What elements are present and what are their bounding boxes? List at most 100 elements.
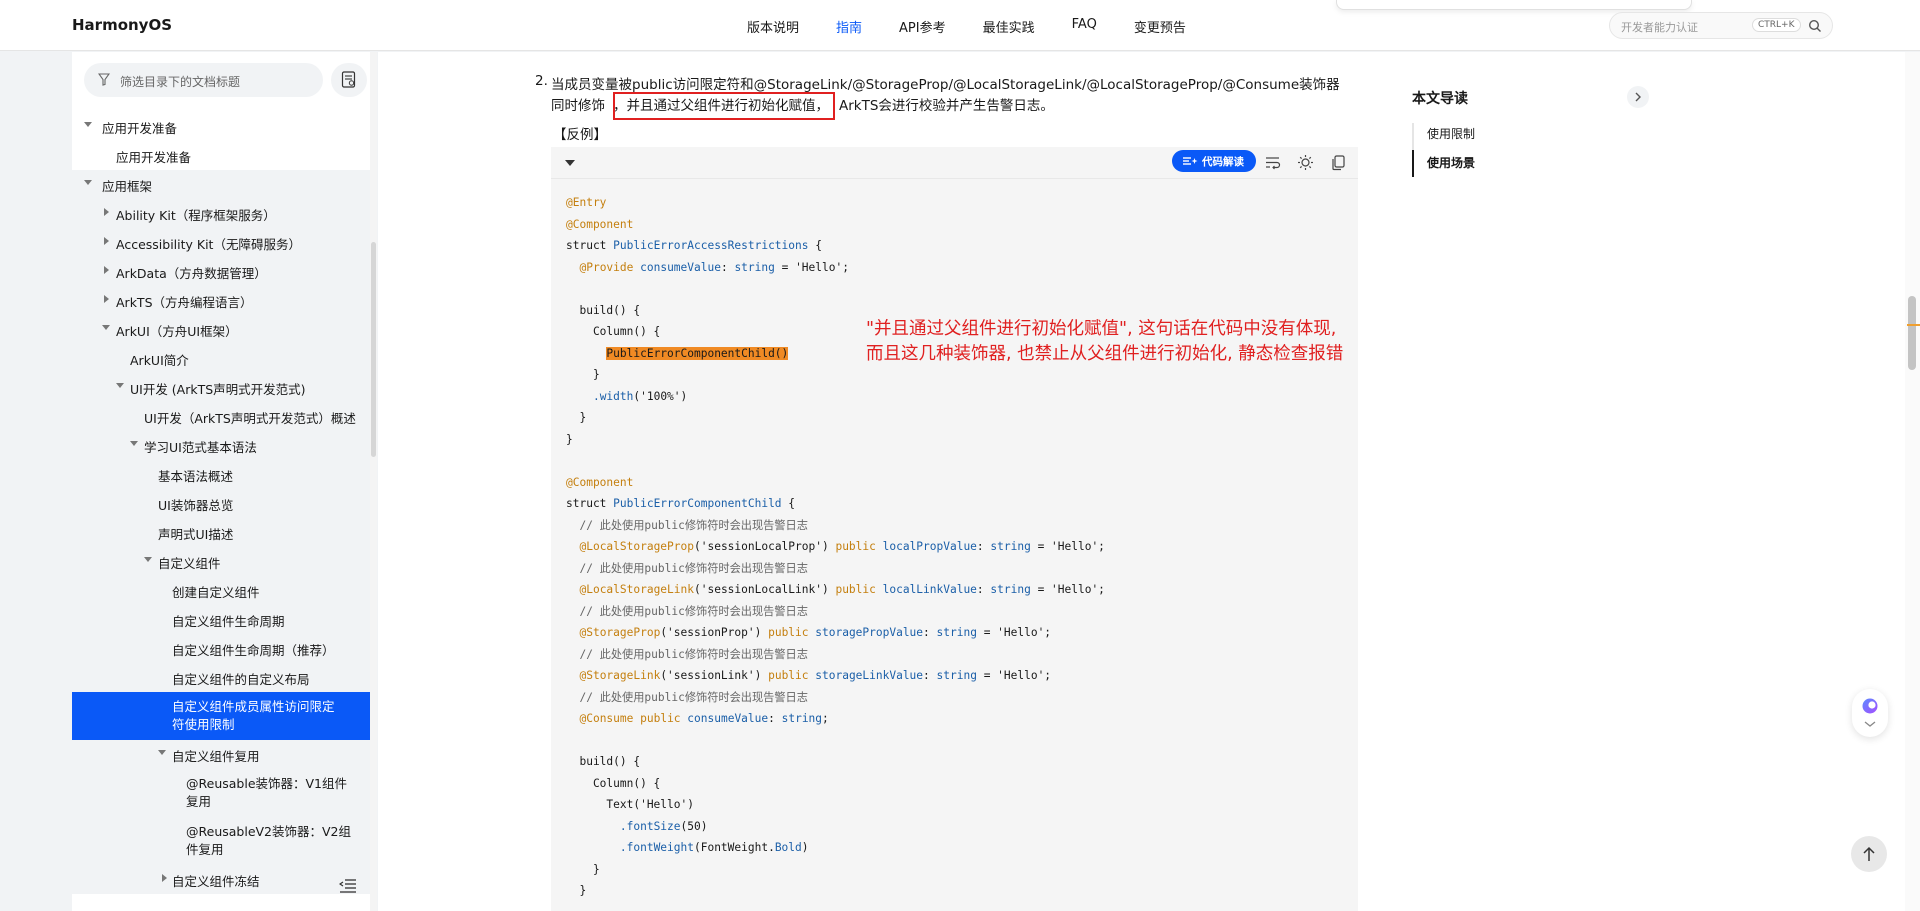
dropdown-popup-edge xyxy=(1336,0,1692,10)
sidebar-item-ability-kit[interactable]: Ability Kit（程序框架服务） xyxy=(72,199,370,228)
nav-faq[interactable]: FAQ xyxy=(1072,17,1097,36)
code-line: // 此处使用public修饰符时会出现告警日志 xyxy=(566,561,808,575)
scroll-position-marker xyxy=(1907,324,1920,326)
filter-icon xyxy=(98,73,110,86)
code-line: build() { xyxy=(566,755,641,768)
sidebar-item-custom-layout[interactable]: 自定义组件的自定义布局 xyxy=(72,663,370,692)
sidebar-item-access-modifier-restrictions[interactable]: 自定义组件成员属性访问限定符使用限制 xyxy=(72,692,370,740)
toc-toggle-button[interactable] xyxy=(1627,86,1649,108)
code-line: // 此处使用public修饰符时会出现告警日志 xyxy=(566,690,808,704)
copy-icon[interactable] xyxy=(1330,154,1347,171)
toc-item-usage-scenarios[interactable]: 使用场景 xyxy=(1427,154,1475,171)
nav-change-notice[interactable]: 变更预告 xyxy=(1134,17,1186,36)
sidebar-item-arkts[interactable]: ArkTS（方舟编程语言） xyxy=(72,286,370,315)
sidebar-item-label: ArkUI（方舟UI框架） xyxy=(116,324,238,339)
search-input[interactable]: 开发者能力认证 CTRL+K xyxy=(1609,12,1833,39)
chevron-down-icon xyxy=(130,441,138,446)
nav-best-practices[interactable]: 最佳实践 xyxy=(983,17,1035,36)
sidebar-scrollbar-track[interactable] xyxy=(370,52,377,911)
chevron-down-icon xyxy=(1864,721,1876,727)
sidebar-item-label: 自定义组件冻结 xyxy=(172,874,260,889)
code-line: .width('100%') xyxy=(592,389,688,403)
sidebar-item-label: @ReusableV2装饰器：V2组件复用 xyxy=(186,824,352,857)
annotation-line-1: "并且通过父组件进行初始化赋值", 这句话在代码中没有体现, xyxy=(866,319,1337,339)
wrap-lines-icon[interactable] xyxy=(1264,154,1281,171)
page-scrollbar-thumb[interactable] xyxy=(1908,296,1916,370)
sidebar-item-component-freeze[interactable]: 自定义组件冻结 xyxy=(72,865,370,894)
chevron-right-icon xyxy=(104,266,109,274)
sidebar-item-reusable-v2[interactable]: @ReusableV2装饰器：V2组件复用 xyxy=(72,817,370,865)
code-line: struct PublicErrorAccessRestrictions { xyxy=(566,239,822,252)
code-line: // 此处使用public修饰符时会出现告警日志 xyxy=(566,647,808,661)
sidebar-item-declarative-ui[interactable]: 声明式UI描述 xyxy=(72,518,370,547)
chevron-right-icon xyxy=(1635,92,1641,102)
chevron-down-icon xyxy=(158,750,166,755)
sidebar-item-component-lifecycle[interactable]: 自定义组件生命周期 xyxy=(72,605,370,634)
sidebar-item-label: 应用框架 xyxy=(102,179,153,194)
collapse-code-icon[interactable] xyxy=(565,160,575,166)
sidebar-item-label: 声明式UI描述 xyxy=(158,527,234,542)
back-to-top-button[interactable] xyxy=(1851,836,1887,872)
highlighted-code: PublicErrorComponentChild() xyxy=(606,346,789,360)
sidebar-item-label: 自定义组件 xyxy=(158,556,221,571)
code-line: } xyxy=(566,884,587,897)
chevron-down-icon xyxy=(102,325,110,330)
sidebar-item-create-custom-component[interactable]: 创建自定义组件 xyxy=(72,576,370,605)
sidebar-item-custom-components[interactable]: 自定义组件 xyxy=(72,547,370,576)
code-line: .fontWeight(FontWeight.Bold) xyxy=(619,841,809,854)
nav-guide[interactable]: 指南 xyxy=(836,17,862,36)
nav-release-notes[interactable]: 版本说明 xyxy=(747,17,799,36)
sidebar-item-syntax-overview[interactable]: 基本语法概述 xyxy=(72,460,370,489)
sidebar-scrollbar-thumb[interactable] xyxy=(371,242,376,457)
sidebar-item-label: Accessibility Kit（无障碍服务） xyxy=(116,237,301,252)
chevron-down-icon xyxy=(84,180,92,185)
sidebar-item-accessibility-kit[interactable]: Accessibility Kit（无障碍服务） xyxy=(72,228,370,257)
sidebar-item-app-framework[interactable]: 应用框架 xyxy=(72,170,370,199)
list-number: 2. xyxy=(535,73,548,89)
sidebar-item-basic-syntax[interactable]: 学习UI范式基本语法 xyxy=(72,431,370,460)
toc-item-usage-restrictions[interactable]: 使用限制 xyxy=(1427,125,1475,142)
page-scrollbar-track[interactable] xyxy=(1905,52,1920,911)
document-toggle-button[interactable] xyxy=(331,63,367,97)
sidebar-item-label: UI开发（ArkTS声明式开发范式）概述 xyxy=(144,411,356,426)
code-line: @Component xyxy=(566,217,634,231)
sidebar-item-component-lifecycle-recommended[interactable]: 自定义组件生命周期（推荐） xyxy=(72,634,370,663)
sidebar-item-ui-dev-overview[interactable]: UI开发（ArkTS声明式开发范式）概述 xyxy=(72,402,370,431)
sidebar-item-label: Ability Kit（程序框架服务） xyxy=(116,208,276,223)
code-line: @Provide consumeValue: string = 'Hello'; xyxy=(579,260,849,274)
collapse-sidebar-icon[interactable] xyxy=(339,878,357,894)
sidebar-item-decorators-overview[interactable]: UI装饰器总览 xyxy=(72,489,370,518)
code-line: } xyxy=(566,862,600,876)
arrow-up-icon xyxy=(1863,846,1875,861)
sidebar-item-app-dev-prep-group[interactable]: 应用开发准备 xyxy=(72,112,370,141)
sidebar-item-arkdata[interactable]: ArkData（方舟数据管理） xyxy=(72,257,370,286)
theme-sun-icon[interactable] xyxy=(1297,154,1314,171)
code-line: } xyxy=(566,368,600,381)
search-placeholder: 开发者能力认证 xyxy=(1621,21,1698,34)
sidebar-item-component-reuse[interactable]: 自定义组件复用 xyxy=(72,740,370,769)
ai-assistant-button[interactable] xyxy=(1852,689,1888,737)
search-icon[interactable] xyxy=(1808,19,1822,33)
sidebar-item-label: 基本语法概述 xyxy=(158,469,234,484)
code-line: @LocalStorageProp('sessionLocalProp') pu… xyxy=(579,540,1105,553)
sidebar-item-ui-dev[interactable]: UI开发 (ArkTS声明式开发范式) xyxy=(72,373,370,402)
sidebar-item-reusable-v1[interactable]: @Reusable装饰器：V1组件复用 xyxy=(72,769,370,817)
sidebar-item-label: 自定义组件复用 xyxy=(172,749,260,764)
document-list-icon xyxy=(341,71,356,88)
sidebar-filter-input[interactable]: 筛选目录下的文档标题 xyxy=(84,63,323,97)
sidebar-item-arkui[interactable]: ArkUI（方舟UI框架） xyxy=(72,315,370,344)
code-line: @Component xyxy=(566,475,634,489)
paragraph-line-2-prefix: 同时修饰 xyxy=(551,98,605,114)
sidebar-item-arkui-intro[interactable]: ArkUI简介 xyxy=(72,344,370,373)
code-line: @StorageLink('sessionLink') public stora… xyxy=(579,669,1052,682)
code-content: @Entry @Component struct PublicErrorAccess… xyxy=(566,192,1105,902)
sidebar-item-app-dev-prep[interactable]: 应用开发准备 xyxy=(72,141,370,170)
chevron-right-icon xyxy=(104,237,109,245)
code-line: .fontSize(50) xyxy=(619,819,708,833)
code-line: } xyxy=(566,432,573,446)
code-explain-button[interactable]: 代码解读 xyxy=(1172,150,1256,172)
harmonyos-logo[interactable]: HarmonyOS xyxy=(72,16,172,34)
nav-api-reference[interactable]: API参考 xyxy=(899,17,946,36)
